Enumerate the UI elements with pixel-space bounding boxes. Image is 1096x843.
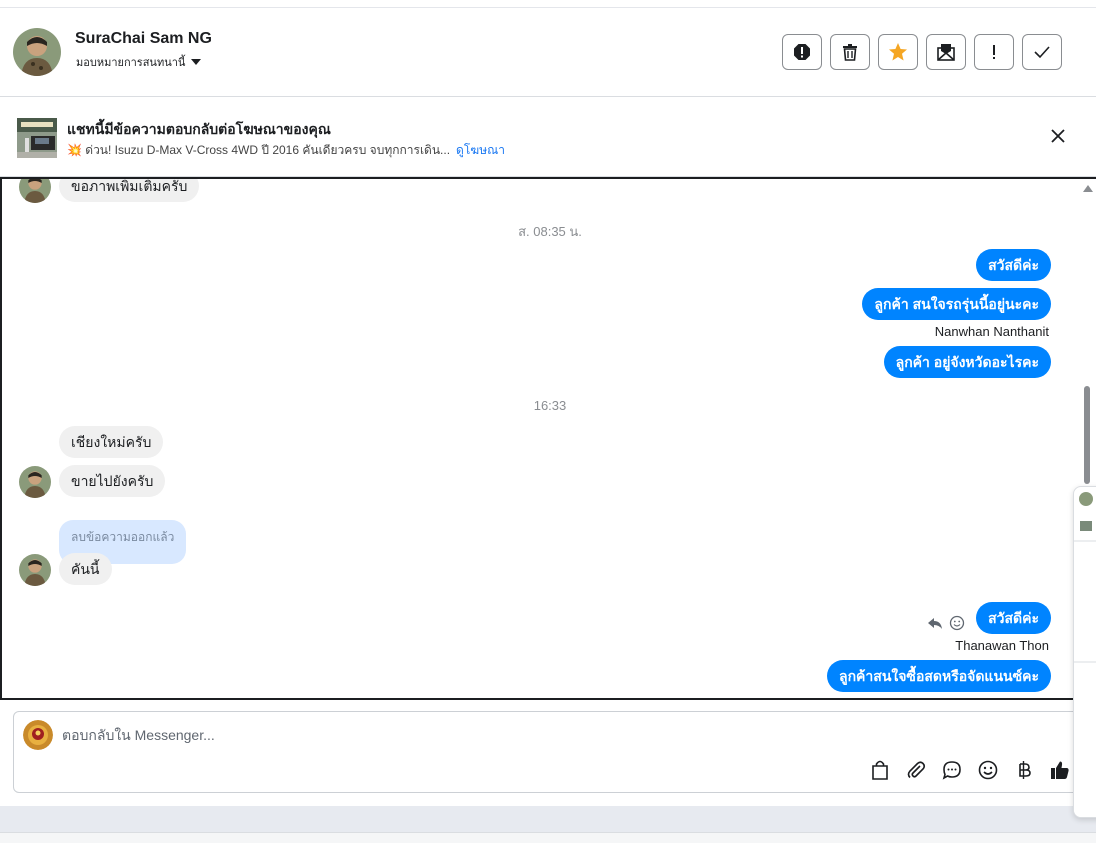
contact-avatar[interactable] (13, 28, 61, 76)
thumbs-up-icon (1051, 761, 1069, 779)
ad-notice-title: แชทนี้มีข้อความตอบกลับต่อโฆษณาของคุณ (67, 121, 331, 137)
message-actions (927, 615, 965, 631)
inbox-frame: SuraChai Sam NG มอบหมายการสนทนานี้ แชทนี… (0, 0, 1096, 843)
outgoing-message[interactable]: ลูกค้า สนใจรถรุ่นนี้อยู่นะคะ (862, 288, 1051, 320)
spam-icon (993, 45, 995, 59)
saved-reply-button[interactable] (940, 758, 964, 782)
report-icon (794, 44, 810, 60)
trash-icon (843, 44, 857, 61)
timestamp: ส. 08:35 น. (518, 224, 582, 239)
spam-button[interactable] (974, 34, 1014, 70)
payment-button[interactable] (1012, 758, 1036, 782)
reply-icon[interactable] (927, 615, 943, 631)
scroll-up-arrow-icon[interactable] (1083, 185, 1093, 192)
page-avatar (23, 720, 53, 750)
contact-message-avatar (19, 466, 51, 498)
close-icon[interactable] (1050, 128, 1066, 144)
mark-unread-button[interactable] (926, 34, 966, 70)
ad-reply-notice: แชทนี้มีข้อความตอบกลับต่อโฆษณาของคุณ 💥 ด… (0, 97, 1096, 177)
view-ad-link[interactable]: ดูโฆษณา (456, 141, 505, 160)
outgoing-message[interactable]: ลูกค้า อยู่จังหวัดอะไรคะ (883, 346, 1051, 378)
assign-label: มอบหมายการสนทนานี้ (76, 57, 186, 69)
done-check-icon (1034, 46, 1050, 59)
sender-name: Thanawan Thon (955, 638, 1049, 653)
delete-button[interactable] (830, 34, 870, 70)
saved-reply-icon (942, 761, 961, 780)
shopping-bag-icon (872, 760, 888, 780)
contact-message-avatar (19, 554, 51, 586)
message-thread[interactable]: ขอภาพเพิ่มเติมครับ ส. 08:35 น. สวัสดีค่ะ… (0, 177, 1096, 700)
reply-input[interactable] (62, 724, 962, 746)
assign-conversation-dropdown[interactable]: มอบหมายการสนทนานี้ (76, 53, 202, 71)
ad-text: 💥 ด่วน! Isuzu D-Max V-Cross 4WD ปี 2016 … (67, 143, 451, 157)
ad-thumbnail[interactable] (17, 118, 57, 158)
conversation-panel: SuraChai Sam NG มอบหมายการสนทนานี้ แชทนี… (0, 8, 1096, 806)
reply-composer (13, 711, 1079, 793)
taskbar-edge (0, 832, 1096, 843)
incoming-message[interactable]: คันนี้ (59, 553, 112, 585)
timestamp: 16:33 (533, 398, 567, 413)
contact-message-avatar (19, 179, 51, 203)
header-toolbar (782, 34, 1062, 70)
side-popup-panel[interactable] (1073, 486, 1096, 818)
top-divider (0, 0, 1096, 8)
emoji-button[interactable] (976, 758, 1000, 782)
caret-down-icon (191, 59, 202, 65)
report-button[interactable] (782, 34, 822, 70)
mark-unread-icon (937, 44, 955, 61)
paperclip-icon (907, 761, 926, 779)
star-icon (889, 43, 907, 61)
conversation-header: SuraChai Sam NG มอบหมายการสนทนานี้ (0, 8, 1096, 97)
emoji-icon (978, 760, 998, 780)
incoming-message[interactable]: ขายไปยังครับ (59, 465, 166, 497)
page-footer-strip (0, 806, 1096, 832)
shopping-bag-button[interactable] (868, 758, 892, 782)
baht-icon (1019, 761, 1031, 779)
star-button[interactable] (878, 34, 918, 70)
outgoing-message[interactable]: สวัสดีค่ะ (976, 249, 1051, 281)
attach-file-button[interactable] (904, 758, 928, 782)
sender-name: Nanwhan Nanthanit (934, 324, 1049, 339)
outgoing-message[interactable]: ลูกค้าสนใจซื้อสดหรือจัดแนนซ์คะ (827, 660, 1051, 692)
like-button[interactable] (1048, 758, 1072, 782)
ad-notice-subtitle: 💥 ด่วน! Isuzu D-Max V-Cross 4WD ปี 2016 … (67, 141, 505, 160)
contact-name[interactable]: SuraChai Sam NG (75, 30, 212, 48)
mark-done-button[interactable] (1022, 34, 1062, 70)
composer-toolbar (868, 758, 1072, 782)
scrollbar-thumb[interactable] (1084, 386, 1090, 484)
outgoing-message[interactable]: สวัสดีค่ะ (976, 602, 1051, 634)
incoming-message[interactable]: เชียงใหม่ครับ (59, 426, 164, 458)
incoming-message[interactable]: ขอภาพเพิ่มเติมครับ (59, 179, 200, 202)
react-emoji-icon[interactable] (949, 615, 965, 631)
